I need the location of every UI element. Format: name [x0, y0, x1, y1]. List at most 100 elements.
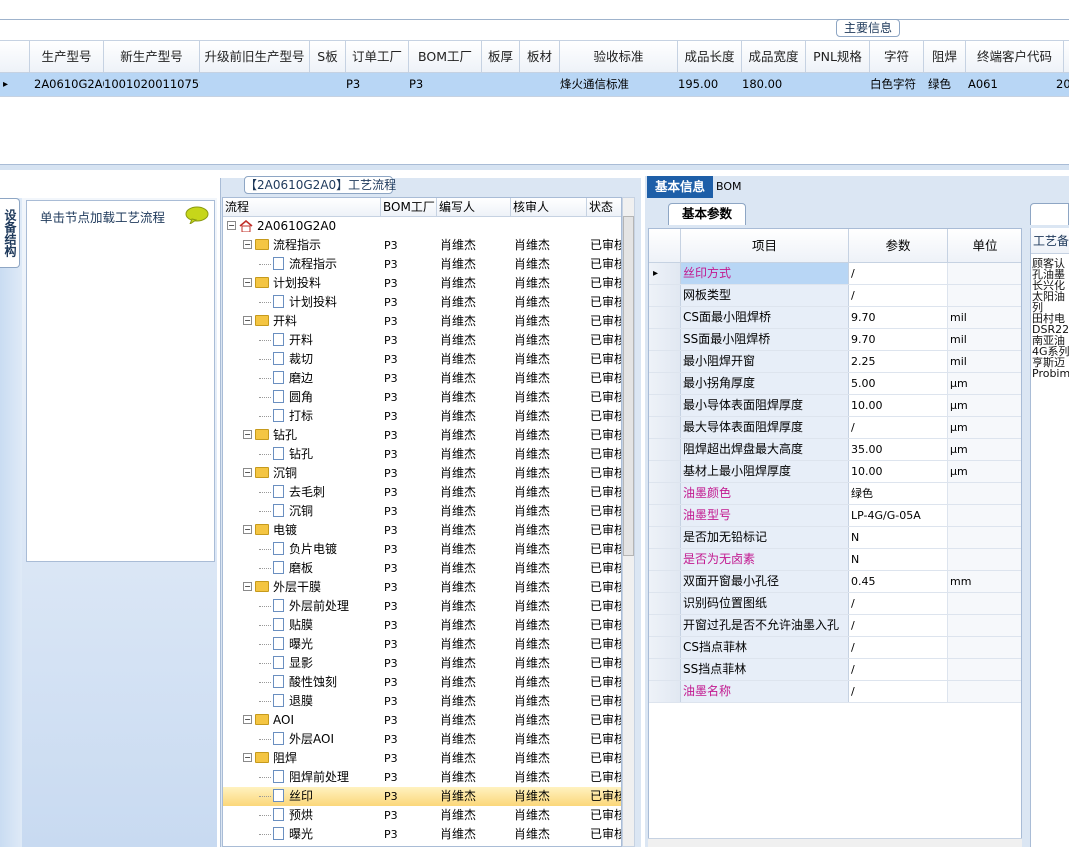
column-header[interactable]: 阻焊: [924, 41, 966, 72]
table-row[interactable]: CS挡点菲林 /: [649, 637, 1021, 659]
collapse-icon[interactable]: −: [243, 715, 252, 724]
table-row[interactable]: 退膜 P3 肖维杰 肖维杰 已审核: [223, 692, 621, 711]
table-cell[interactable]: [482, 73, 520, 96]
param-item[interactable]: CS面最小阻焊桥: [681, 307, 849, 328]
param-item[interactable]: 是否为无卤素: [681, 549, 849, 570]
column-header[interactable]: 验收标准: [560, 41, 678, 72]
param-value[interactable]: 2.25: [849, 351, 948, 372]
tree-node[interactable]: − 电镀: [243, 521, 381, 540]
tree-node[interactable]: 负片电镀: [259, 540, 381, 559]
params-hscrollbar[interactable]: [648, 838, 1022, 847]
collapse-icon[interactable]: −: [243, 240, 252, 249]
table-row[interactable]: ▸ 丝印方式 /: [649, 263, 1021, 285]
tree-node[interactable]: − 开料: [243, 312, 381, 331]
column-header[interactable]: 字符: [870, 41, 924, 72]
collapse-icon[interactable]: −: [243, 525, 252, 534]
table-row[interactable]: SS挡点菲林 /: [649, 659, 1021, 681]
param-value[interactable]: /: [849, 593, 948, 614]
tree-node[interactable]: 外层AOI: [259, 730, 381, 749]
table-cell[interactable]: [310, 73, 346, 96]
table-row[interactable]: 最小拐角厚度 5.00 μm: [649, 373, 1021, 395]
params-table[interactable]: 项目 参数 单位 ▸ 丝印方式 / 网板类型 / CS面最小阻焊桥 9.70 mil SS面最小阻焊…: [648, 228, 1022, 847]
param-value[interactable]: /: [849, 681, 948, 702]
tree-node[interactable]: 贴膜: [259, 616, 381, 635]
param-value[interactable]: /: [849, 659, 948, 680]
table-row[interactable]: − 流程指示 P3 肖维杰 肖维杰 已审核: [223, 236, 621, 255]
param-value[interactable]: 9.70: [849, 307, 948, 328]
param-item[interactable]: SS面最小阻焊桥: [681, 329, 849, 350]
table-row[interactable]: 打标 P3 肖维杰 肖维杰 已审核: [223, 407, 621, 426]
param-item[interactable]: 网板类型: [681, 285, 849, 306]
table-row[interactable]: 负片电镀 P3 肖维杰 肖维杰 已审核: [223, 540, 621, 559]
tree-node[interactable]: 计划投料: [259, 293, 381, 312]
table-row[interactable]: 网板类型 /: [649, 285, 1021, 307]
tree-root[interactable]: − 2A0610G2A0: [223, 217, 621, 236]
equipment-tree-box[interactable]: [26, 200, 215, 562]
table-cell[interactable]: P3: [409, 73, 482, 96]
process-title[interactable]: 【2A0610G2A0】工艺流程: [244, 176, 396, 194]
param-value[interactable]: 0.45: [849, 571, 948, 592]
table-row[interactable]: 基材上最小阻焊厚度 10.00 μm: [649, 461, 1021, 483]
table-row[interactable]: 最大导体表面阻焊厚度 / μm: [649, 417, 1021, 439]
table-row[interactable]: 曝光 P3 肖维杰 肖维杰 已审核: [223, 825, 621, 844]
tree-node[interactable]: 裁切: [259, 350, 381, 369]
tree-node[interactable]: − 沉铜: [243, 464, 381, 483]
tree-node[interactable]: 退膜: [259, 692, 381, 711]
table-cell[interactable]: 烽火通信标准: [560, 73, 678, 96]
table-cell[interactable]: 180.00: [742, 73, 806, 96]
column-header[interactable]: 终端客户代码: [966, 41, 1064, 72]
table-row[interactable]: 裁切 P3 肖维杰 肖维杰 已审核: [223, 350, 621, 369]
table-row[interactable]: 酸性蚀刻 P3 肖维杰 肖维杰 已审核: [223, 673, 621, 692]
column-header[interactable]: 流程: [223, 198, 381, 216]
table-row[interactable]: 阻焊前处理 P3 肖维杰 肖维杰 已审核: [223, 768, 621, 787]
param-item[interactable]: SS挡点菲林: [681, 659, 849, 680]
table-row[interactable]: 油墨名称 /: [649, 681, 1021, 703]
column-header[interactable]: BOM工厂: [409, 41, 482, 72]
table-row[interactable]: 外层AOI P3 肖维杰 肖维杰 已审核: [223, 730, 621, 749]
table-cell[interactable]: [520, 73, 560, 96]
table-row[interactable]: 沉铜 P3 肖维杰 肖维杰 已审核: [223, 502, 621, 521]
table-cell[interactable]: P3: [346, 73, 409, 96]
tab-equipment-structure[interactable]: 设备结构: [0, 198, 20, 268]
column-header[interactable]: 核审人: [511, 198, 587, 216]
column-header[interactable]: 编写人: [437, 198, 511, 216]
param-value[interactable]: /: [849, 285, 948, 306]
table-row[interactable]: 识别码位置图纸 /: [649, 593, 1021, 615]
table-row[interactable]: SS面最小阻焊桥 9.70 mil: [649, 329, 1021, 351]
tree-node[interactable]: 曝光: [259, 825, 381, 844]
table-row[interactable]: 曝光 P3 肖维杰 肖维杰 已审核: [223, 635, 621, 654]
tree-node[interactable]: 磨边: [259, 369, 381, 388]
table-row[interactable]: 预烘 P3 肖维杰 肖维杰 已审核: [223, 806, 621, 825]
param-value[interactable]: 35.00: [849, 439, 948, 460]
column-header[interactable]: 新生产型号: [104, 41, 200, 72]
param-item[interactable]: 阻焊超出焊盘最大高度: [681, 439, 849, 460]
collapse-icon[interactable]: −: [243, 468, 252, 477]
table-row[interactable]: 钻孔 P3 肖维杰 肖维杰 已审核: [223, 445, 621, 464]
tree-node[interactable]: 预烘: [259, 806, 381, 825]
column-header[interactable]: 订单工厂: [346, 41, 409, 72]
table-row[interactable]: 开窗过孔是否不允许油墨入孔 /: [649, 615, 1021, 637]
param-item[interactable]: 油墨型号: [681, 505, 849, 526]
table-row[interactable]: − 计划投料 P3 肖维杰 肖维杰 已审核: [223, 274, 621, 293]
table-row[interactable]: 油墨颜色 绿色: [649, 483, 1021, 505]
table-row[interactable]: 最小阻焊开窗 2.25 mil: [649, 351, 1021, 373]
param-item[interactable]: 开窗过孔是否不允许油墨入孔: [681, 615, 849, 636]
param-item[interactable]: 最大导体表面阻焊厚度: [681, 417, 849, 438]
tree-node[interactable]: − 阻焊: [243, 749, 381, 768]
tree-node[interactable]: 流程指示: [259, 255, 381, 274]
param-item[interactable]: 最小导体表面阻焊厚度: [681, 395, 849, 416]
tree-node[interactable]: − 计划投料: [243, 274, 381, 293]
table-cell[interactable]: 10010200110759: [104, 73, 200, 96]
column-header[interactable]: 单位: [948, 229, 1021, 262]
table-row[interactable]: 显影 P3 肖维杰 肖维杰 已审核: [223, 654, 621, 673]
param-item[interactable]: 最小阻焊开窗: [681, 351, 849, 372]
column-header[interactable]: 板材: [520, 41, 560, 72]
column-header[interactable]: S板: [310, 41, 346, 72]
column-header[interactable]: PNL规格: [806, 41, 870, 72]
tree-node[interactable]: 圆角: [259, 388, 381, 407]
table-row[interactable]: 阻焊超出焊盘最大高度 35.00 μm: [649, 439, 1021, 461]
tree-node[interactable]: 酸性蚀刻: [259, 673, 381, 692]
tree-node[interactable]: 丝印: [259, 787, 381, 806]
table-row[interactable]: 磨板 P3 肖维杰 肖维杰 已审核: [223, 559, 621, 578]
table-row[interactable]: 磨边 P3 肖维杰 肖维杰 已审核: [223, 369, 621, 388]
